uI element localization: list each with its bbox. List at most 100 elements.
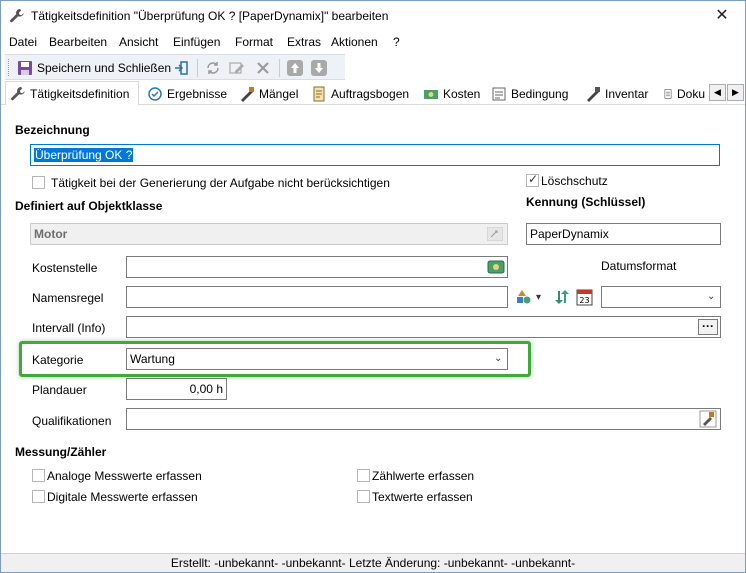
tab-label: Inventar: [605, 87, 649, 101]
save-close-label: Speichern und Schließen: [37, 61, 172, 75]
kennung-input[interactable]: PaperDynamix: [526, 223, 721, 245]
zaehlwerte-checkbox[interactable]: [357, 469, 370, 482]
swap-arrows-icon[interactable]: [554, 289, 570, 305]
edit-button[interactable]: [229, 58, 245, 78]
arrow-down-icon: [311, 60, 327, 76]
exit-button[interactable]: [173, 58, 189, 78]
menu-aktionen[interactable]: Aktionen: [331, 35, 378, 49]
objektklasse-value: Motor: [34, 227, 68, 241]
textwerte-checkbox[interactable]: [357, 490, 370, 503]
tab-label: Bedingung: [511, 87, 569, 101]
wrench-icon: [10, 9, 24, 23]
namensregel-input[interactable]: [126, 286, 508, 308]
zaehlwerte-label: Zählwerte erfassen: [372, 469, 475, 483]
window-title: Tätigkeitsdefinition "Überprüfung OK ? […: [31, 9, 389, 23]
results-icon: [148, 87, 162, 101]
save-close-button[interactable]: Speichern und Schließen: [17, 58, 171, 78]
loeschschutz-label: Löschschutz: [541, 174, 608, 188]
datumsformat-chevron-down-icon[interactable]: ⌄: [707, 291, 715, 302]
menu-help[interactable]: ?: [393, 35, 400, 49]
tab-scroll-right-button[interactable]: ▶: [727, 84, 744, 101]
tab-auftragsbogen[interactable]: Auftragsbogen: [307, 83, 413, 105]
messung-label: Messung/Zähler: [15, 445, 107, 459]
tab-strip: Tätigkeitsdefinition Ergebnisse Mängel A…: [1, 81, 745, 106]
status-text: Erstellt: -unbekannt- -unbekannt- Letzte…: [170, 556, 576, 570]
cost-center-picker-icon[interactable]: [487, 258, 505, 276]
datumsformat-select[interactable]: [601, 286, 721, 308]
move-up-button[interactable]: [287, 58, 303, 78]
save-icon: [18, 61, 32, 75]
digitale-label: Digitale Messwerte erfassen: [47, 490, 198, 504]
tab-kosten[interactable]: Kosten: [419, 83, 484, 105]
menu-datei[interactable]: Datei: [9, 35, 37, 49]
tab-label: Ergebnisse: [167, 87, 228, 101]
delete-x-icon: [257, 62, 269, 74]
analoge-checkbox[interactable]: [32, 469, 45, 482]
close-button[interactable]: ✕: [699, 1, 745, 31]
tab-ergebnisse[interactable]: Ergebnisse: [143, 83, 231, 105]
tab-scroll-left-button[interactable]: ◀: [709, 84, 726, 101]
menu-extras[interactable]: Extras: [287, 35, 321, 49]
svg-text:23: 23: [579, 296, 589, 305]
qualifikationen-label: Qualifikationen: [32, 414, 112, 428]
wrench-icon: [11, 86, 25, 100]
calendar-icon[interactable]: 23: [576, 288, 593, 306]
toolbar-grip[interactable]: [8, 59, 11, 76]
status-bar: Erstellt: -unbekannt- -unbekannt- Letzte…: [1, 553, 745, 572]
tab-bedingung[interactable]: Bedingung: [487, 83, 572, 105]
exit-door-icon: [175, 61, 188, 75]
document-icon: [664, 89, 672, 99]
move-down-button[interactable]: [311, 58, 327, 78]
bezeichnung-value: Überprüfung OK ?: [34, 148, 134, 162]
analoge-label: Analoge Messwerte erfassen: [47, 469, 202, 483]
intervall-label: Intervall (Info): [32, 321, 106, 335]
intervall-more-button[interactable]: ···: [698, 319, 718, 335]
kennung-label: Kennung (Schlüssel): [526, 195, 646, 209]
edit-form-icon: [229, 62, 244, 74]
loeschschutz-checkbox[interactable]: [526, 172, 539, 187]
shapes-dropdown-icon[interactable]: ▾: [536, 292, 541, 303]
kostenstelle-label: Kostenstelle: [32, 261, 98, 275]
arrow-up-icon: [287, 60, 303, 76]
tab-label: Tätigkeitsdefinition: [30, 86, 130, 101]
bezeichnung-label: Bezeichnung: [15, 123, 90, 137]
plandauer-label: Plandauer: [32, 383, 87, 397]
plandauer-input[interactable]: 0,00 h: [126, 378, 227, 400]
bezeichnung-input[interactable]: Überprüfung OK ?: [30, 144, 720, 166]
form-content: Bezeichnung Überprüfung OK ? Tätigkeit b…: [1, 106, 745, 552]
menu-bearbeiten[interactable]: Bearbeiten: [49, 35, 107, 49]
delete-button[interactable]: [255, 58, 271, 78]
tab-inventar[interactable]: Inventar: [581, 83, 652, 105]
objektklasse-field: Motor: [30, 223, 508, 245]
kostenstelle-input[interactable]: [126, 256, 508, 278]
plandauer-value: 0,00 h: [189, 382, 223, 396]
menu-format[interactable]: Format: [235, 35, 273, 49]
qualifications-picker-icon[interactable]: [699, 410, 717, 428]
toolbar: Speichern und Schließen: [5, 54, 345, 80]
tab-doku[interactable]: Doku: [659, 83, 709, 105]
refresh-icon: [207, 62, 219, 74]
toolbar-separator: [197, 59, 198, 77]
tab-label: Doku: [676, 87, 705, 101]
costs-icon: [424, 90, 438, 99]
qualifikationen-input[interactable]: [126, 408, 721, 430]
menu-ansicht[interactable]: Ansicht: [119, 35, 158, 49]
dialog-window: Tätigkeitsdefinition "Überprüfung OK ? […: [0, 0, 746, 573]
digitale-checkbox[interactable]: [32, 490, 45, 503]
order-sheet-icon: [313, 86, 325, 102]
tab-label: Mängel: [259, 87, 299, 101]
tab-maengel[interactable]: Mängel: [235, 83, 302, 105]
menu-einfuegen[interactable]: Einfügen: [173, 35, 220, 49]
shapes-icon[interactable]: [516, 289, 532, 305]
tab-taetigkeitsdefinition[interactable]: Tätigkeitsdefinition: [5, 81, 139, 106]
pick-class-icon: [487, 227, 503, 241]
objektklasse-label: Definiert auf Objektklasse: [15, 199, 163, 213]
intervall-input[interactable]: [126, 316, 721, 338]
title-bar: Tätigkeitsdefinition "Überprüfung OK ? […: [1, 1, 745, 31]
refresh-button[interactable]: [205, 58, 221, 78]
condition-icon: [492, 87, 506, 101]
ignore-task-checkbox[interactable]: [32, 176, 45, 189]
tab-label: Auftragsbogen: [331, 87, 410, 101]
textwerte-label: Textwerte erfassen: [372, 490, 473, 504]
kategorie-highlight-frame: [19, 341, 531, 377]
